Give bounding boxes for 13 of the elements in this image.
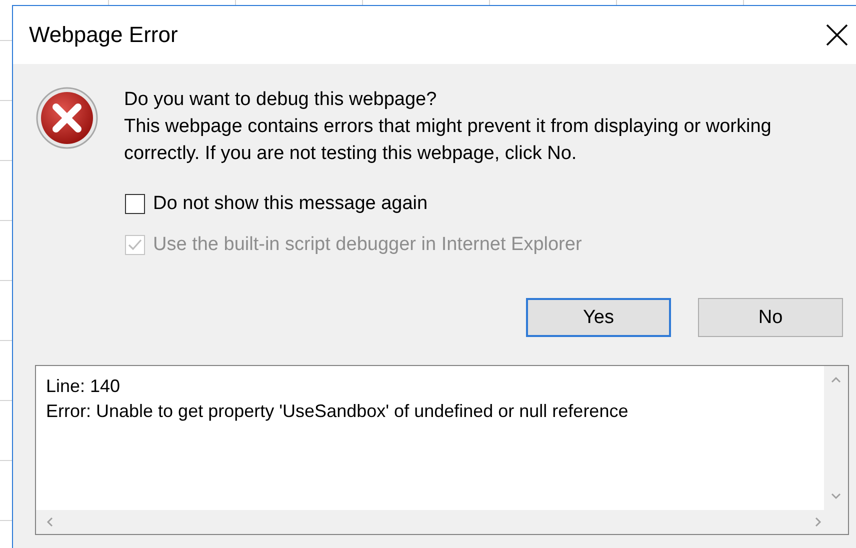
window-title: Webpage Error: [29, 22, 178, 48]
checkbox-label: Do not show this message again: [153, 193, 428, 215]
checkmark-icon: [127, 237, 143, 253]
error-icon: [35, 86, 99, 150]
checkbox-label: Use the built-in script debugger in Internet Explorer: [153, 234, 582, 256]
dialog-button[interactable]: No: [698, 298, 843, 337]
message-heading: Do you want to debug this webpage?: [124, 88, 438, 112]
details-line: Line: 140: [46, 375, 122, 398]
close-icon: [826, 24, 848, 46]
dialog-button[interactable]: Yes: [526, 298, 671, 337]
checkbox[interactable]: [125, 194, 145, 214]
details-line: Error: Unable to get property 'UseSandbox' of undefined or null reference: [46, 400, 630, 423]
message-text: This webpage contains errors that might prevent it from displaying or working correctly. If you are not testing this webpage, click No.: [124, 115, 772, 166]
